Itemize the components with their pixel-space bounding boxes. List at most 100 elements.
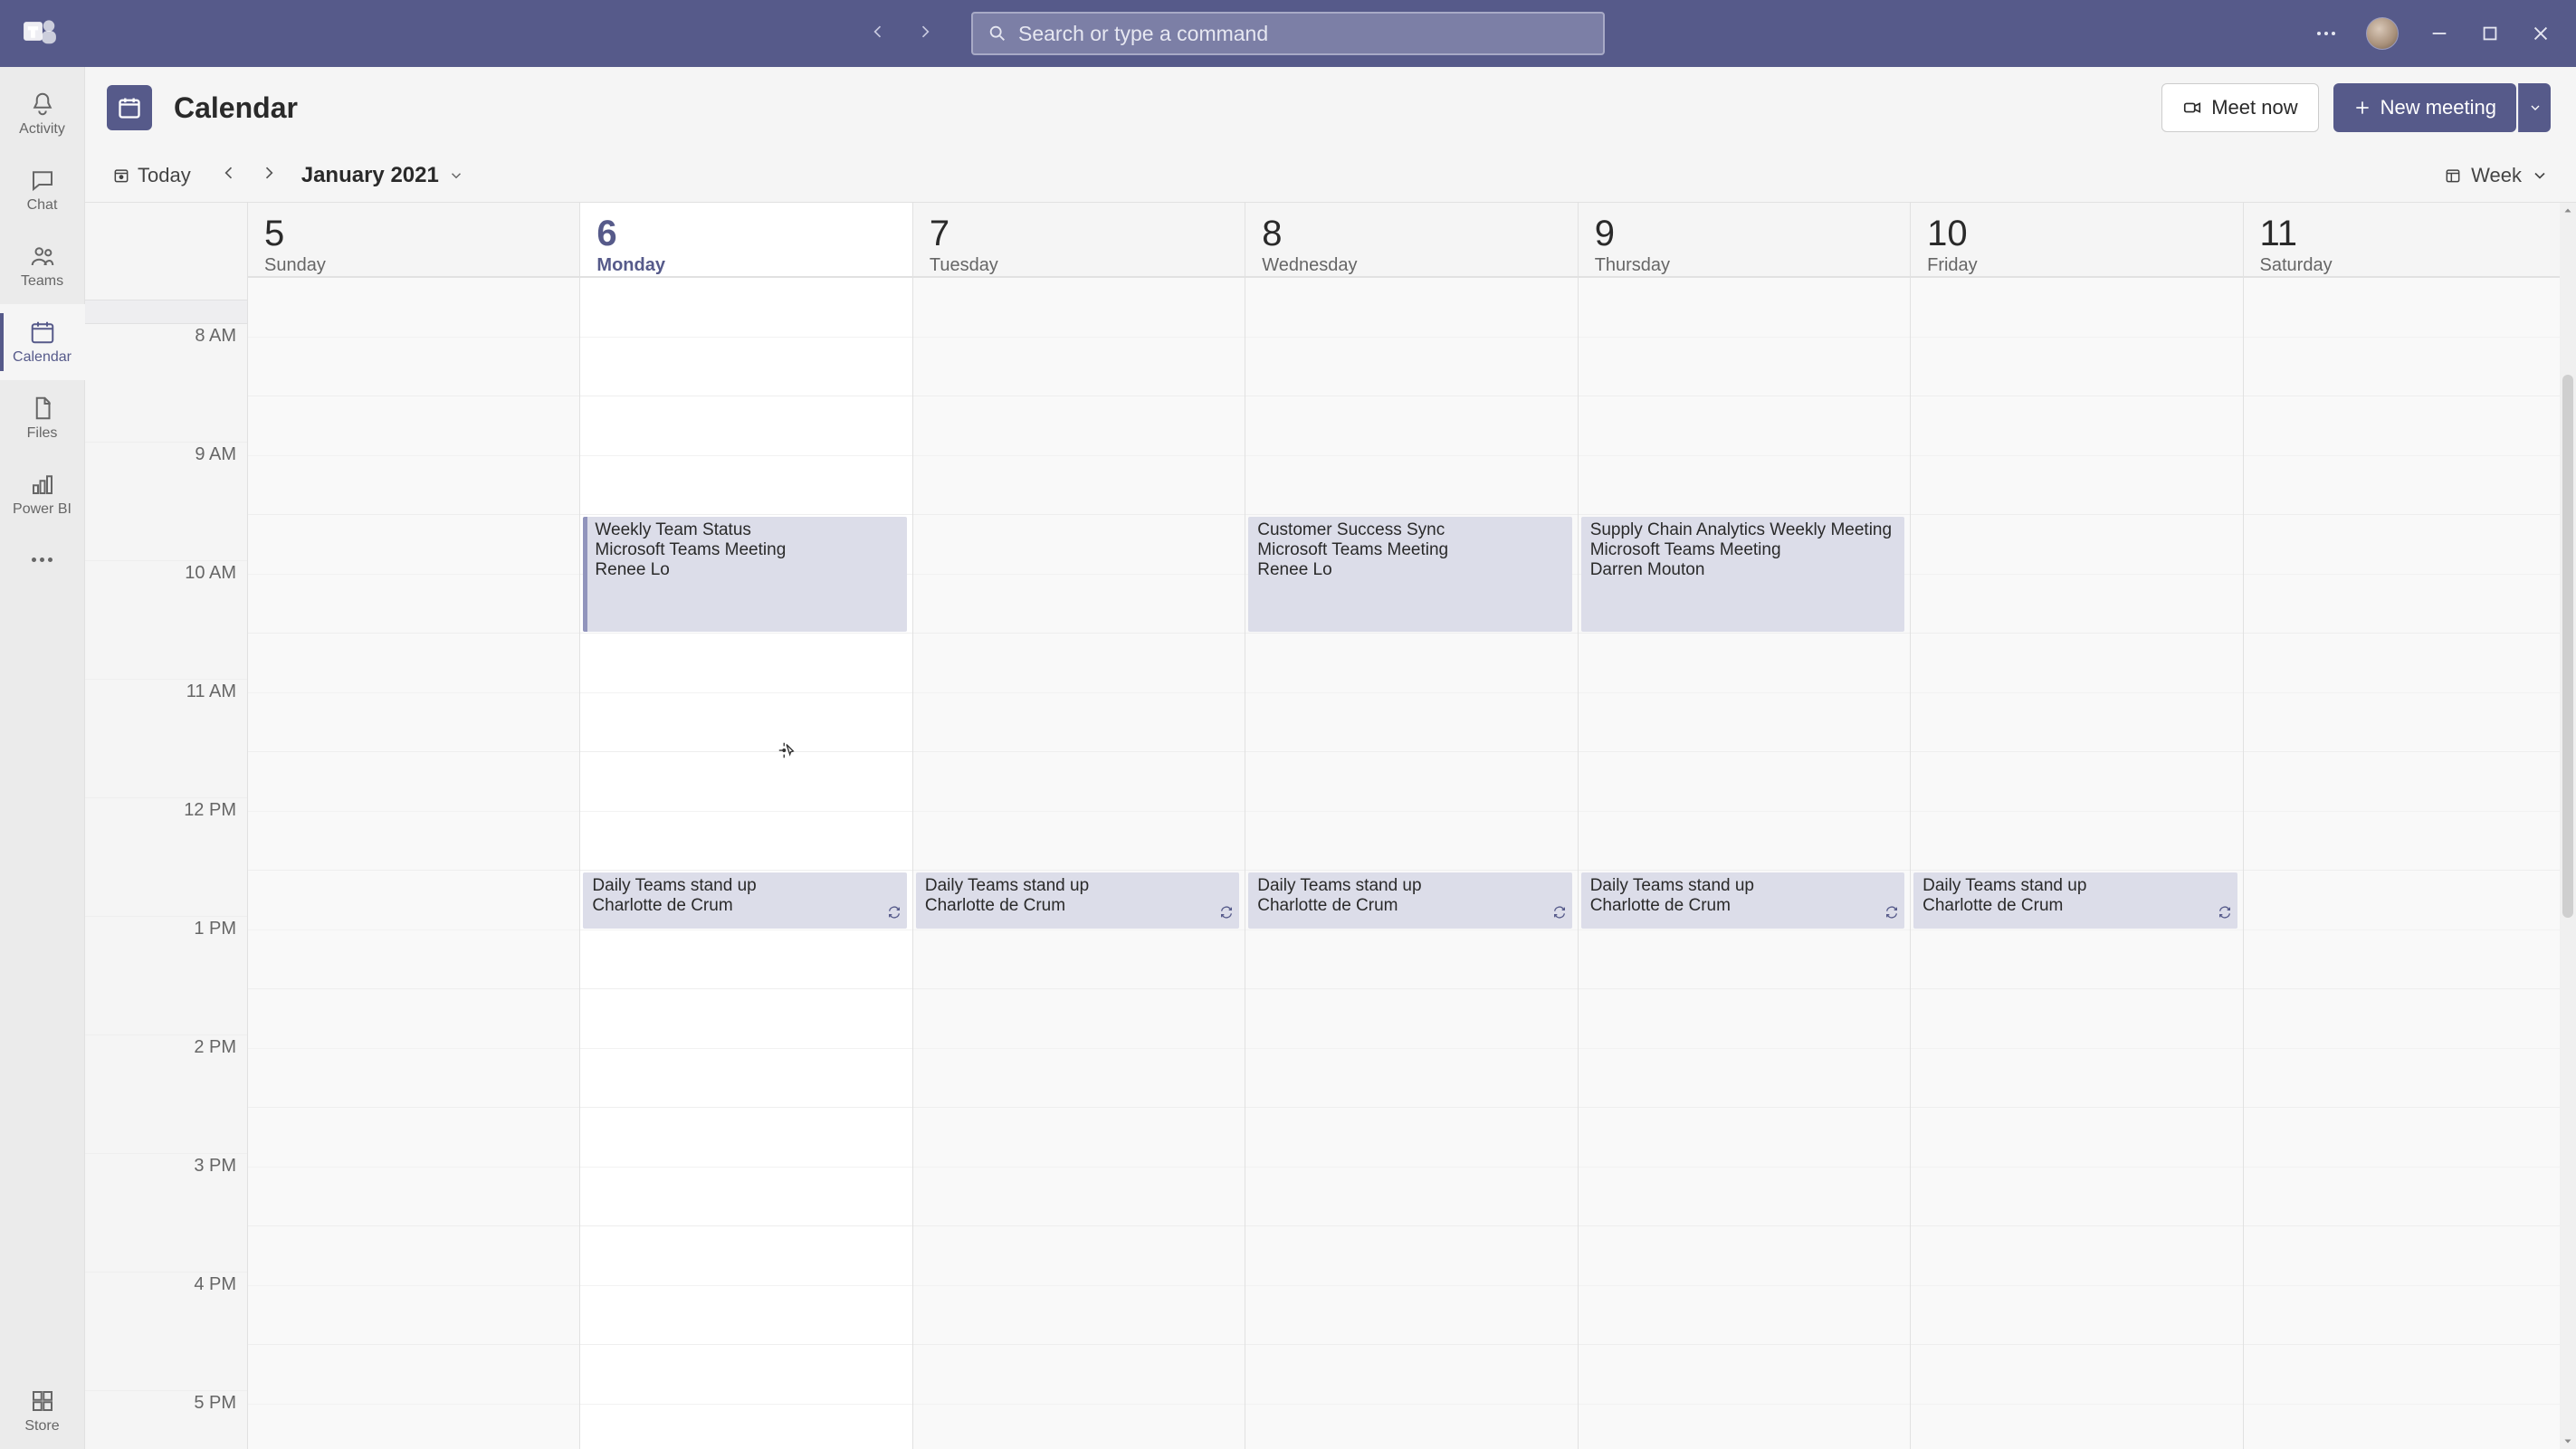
command-search-box[interactable]: Search or type a command: [971, 12, 1605, 55]
calendar-event[interactable]: Customer Success SyncMicrosoft Teams Mee…: [1248, 517, 1571, 632]
rail-item-teams[interactable]: Teams: [0, 228, 85, 304]
time-slot[interactable]: [2244, 1108, 2575, 1226]
time-slot[interactable]: [1911, 1226, 2242, 1345]
time-slot[interactable]: [1579, 1226, 1910, 1345]
window-minimize-button[interactable]: [2429, 24, 2449, 43]
time-slot[interactable]: [248, 989, 579, 1108]
time-slot[interactable]: [248, 752, 579, 871]
time-slot[interactable]: [1911, 396, 2242, 515]
time-slot[interactable]: [1579, 752, 1910, 871]
time-slot[interactable]: [913, 278, 1245, 396]
time-slot[interactable]: [1579, 1345, 1910, 1449]
rail-item-store[interactable]: Store: [0, 1373, 85, 1449]
rail-item-powerbi[interactable]: Power BI: [0, 456, 85, 532]
time-slot[interactable]: [913, 1226, 1245, 1345]
time-slot[interactable]: [1245, 634, 1577, 752]
time-slot[interactable]: [913, 396, 1245, 515]
scrollbar-thumb[interactable]: [2562, 375, 2573, 918]
time-slot[interactable]: [248, 515, 579, 634]
scroll-up-button[interactable]: [2560, 203, 2576, 219]
day-column[interactable]: 8Wednesday Customer Success SyncMicrosoft…: [1245, 203, 1578, 1449]
day-column[interactable]: 11Saturday: [2244, 203, 2576, 1449]
day-header[interactable]: 11Saturday: [2244, 203, 2575, 277]
time-slot[interactable]: [913, 1108, 1245, 1226]
time-slot[interactable]: [1245, 752, 1577, 871]
time-slot[interactable]: [913, 989, 1245, 1108]
time-slot[interactable]: [2244, 634, 2575, 752]
time-slot[interactable]: [1911, 1108, 2242, 1226]
time-slot[interactable]: [1245, 1226, 1577, 1345]
time-slot[interactable]: [248, 634, 579, 752]
day-column[interactable]: 10Friday Daily Teams stand upCharlotte de…: [1911, 203, 2243, 1449]
vertical-scrollbar[interactable]: [2560, 203, 2576, 1449]
time-slot[interactable]: [2244, 752, 2575, 871]
time-slot[interactable]: [2244, 515, 2575, 634]
time-slot[interactable]: [580, 634, 911, 752]
window-close-button[interactable]: [2531, 24, 2551, 43]
time-slot[interactable]: [580, 1108, 911, 1226]
time-slot[interactable]: [580, 278, 911, 396]
day-header[interactable]: 10Friday: [1911, 203, 2242, 277]
time-slot[interactable]: [248, 1226, 579, 1345]
time-slot[interactable]: [1911, 752, 2242, 871]
time-slot[interactable]: [1245, 1108, 1577, 1226]
day-header[interactable]: 7Tuesday: [913, 203, 1245, 277]
day-column[interactable]: 6Monday Weekly Team StatusMicrosoft Teams…: [580, 203, 912, 1449]
time-slot[interactable]: [580, 1345, 911, 1449]
day-header[interactable]: 9Thursday: [1579, 203, 1910, 277]
time-slot[interactable]: [248, 1108, 579, 1226]
time-slot[interactable]: [1911, 278, 2242, 396]
time-slot[interactable]: [913, 515, 1245, 634]
day-header[interactable]: 6Monday: [580, 203, 911, 277]
time-slot[interactable]: [1911, 1345, 2242, 1449]
day-column[interactable]: 5Sunday: [248, 203, 580, 1449]
time-slot[interactable]: [2244, 1226, 2575, 1345]
time-slot[interactable]: [248, 1345, 579, 1449]
time-slot[interactable]: [1579, 1108, 1910, 1226]
time-slot[interactable]: [1579, 634, 1910, 752]
time-slot[interactable]: [913, 634, 1245, 752]
time-slot[interactable]: [1579, 989, 1910, 1108]
day-column[interactable]: 7Tuesday Daily Teams stand upCharlotte de…: [913, 203, 1245, 1449]
time-slot[interactable]: [2244, 989, 2575, 1108]
time-slot[interactable]: [580, 396, 911, 515]
time-slot[interactable]: [1245, 989, 1577, 1108]
time-slot[interactable]: [2244, 871, 2575, 989]
rail-item-activity[interactable]: Activity: [0, 76, 85, 152]
time-slot[interactable]: [1245, 278, 1577, 396]
scroll-down-button[interactable]: [2560, 1433, 2576, 1449]
new-meeting-button[interactable]: New meeting: [2333, 83, 2516, 132]
calendar-event[interactable]: Daily Teams stand upCharlotte de Crum: [583, 872, 906, 929]
day-header[interactable]: 5Sunday: [248, 203, 579, 277]
today-button[interactable]: Today: [112, 164, 191, 187]
meet-now-button[interactable]: Meet now: [2161, 83, 2318, 132]
calendar-event[interactable]: Daily Teams stand upCharlotte de Crum: [1581, 872, 1904, 929]
time-slot[interactable]: [248, 871, 579, 989]
day-header[interactable]: 8Wednesday: [1245, 203, 1577, 277]
time-slot[interactable]: [2244, 278, 2575, 396]
date-range-picker[interactable]: January 2021: [301, 163, 464, 188]
rail-item-files[interactable]: Files: [0, 380, 85, 456]
time-slot[interactable]: [1579, 278, 1910, 396]
time-slot[interactable]: [580, 752, 911, 871]
day-column[interactable]: 9ThursdaySupply Chain Analytics Weekly M…: [1579, 203, 1911, 1449]
rail-item-calendar[interactable]: Calendar: [0, 304, 85, 380]
time-slot[interactable]: [1911, 515, 2242, 634]
time-slot[interactable]: [1245, 396, 1577, 515]
calendar-event[interactable]: Weekly Team StatusMicrosoft Teams Meetin…: [583, 517, 906, 632]
history-back-button[interactable]: [869, 23, 887, 45]
time-slot[interactable]: [248, 278, 579, 396]
time-slot[interactable]: [1911, 634, 2242, 752]
user-avatar[interactable]: [2366, 17, 2399, 50]
time-slot[interactable]: [248, 396, 579, 515]
calendar-event[interactable]: Daily Teams stand upCharlotte de Crum: [1913, 872, 2237, 929]
time-slot[interactable]: [913, 1345, 1245, 1449]
calendar-event[interactable]: Daily Teams stand upCharlotte de Crum: [916, 872, 1239, 929]
rail-item-chat[interactable]: Chat: [0, 152, 85, 228]
history-forward-button[interactable]: [916, 23, 934, 45]
time-slot[interactable]: [1911, 989, 2242, 1108]
time-slot[interactable]: [1245, 1345, 1577, 1449]
prev-week-button[interactable]: [220, 164, 238, 186]
view-selector[interactable]: Week: [2444, 164, 2549, 187]
time-slot[interactable]: [2244, 1345, 2575, 1449]
